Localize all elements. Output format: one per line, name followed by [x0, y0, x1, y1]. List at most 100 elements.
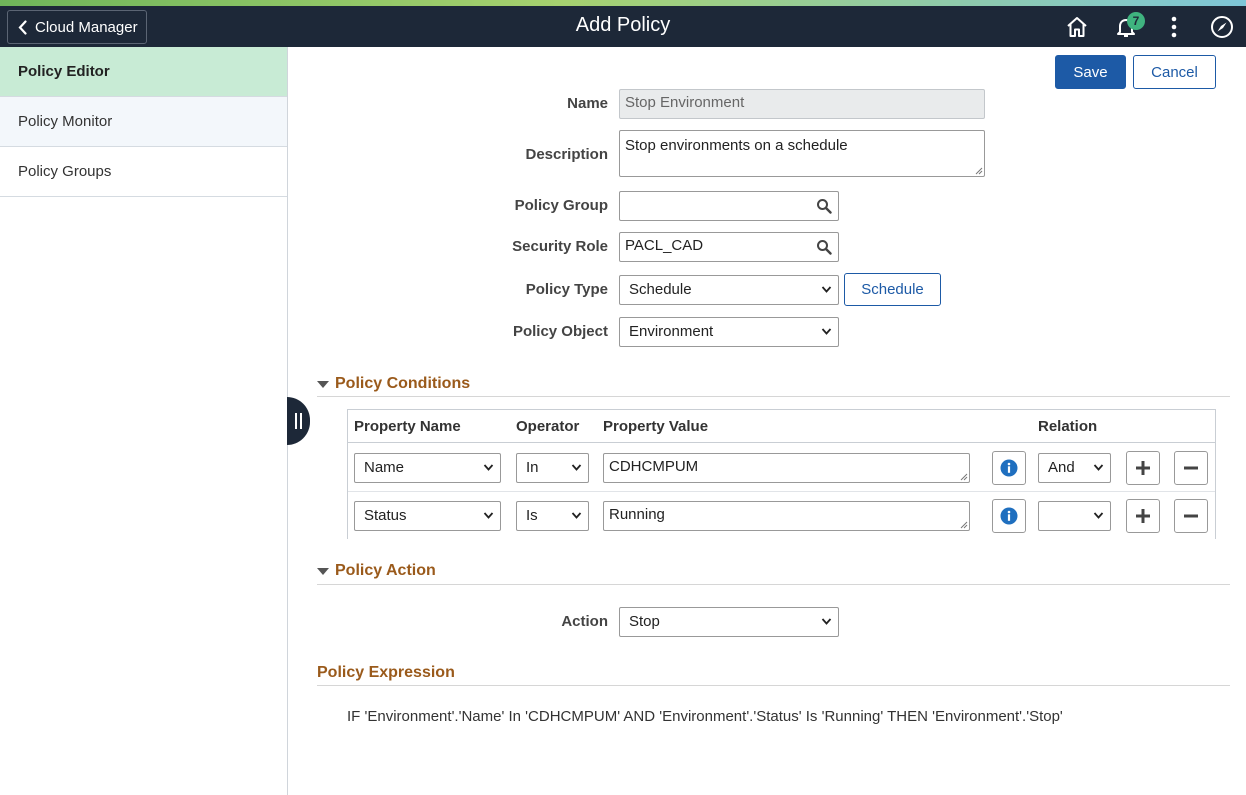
- policy-conditions-grid: Property Name Operator Property Value Re…: [347, 409, 1216, 539]
- collapse-triangle-icon: [317, 380, 329, 388]
- app-banner: Cloud Manager Add Policy 7: [0, 6, 1246, 47]
- policy-conditions-header[interactable]: Policy Conditions: [317, 375, 470, 393]
- property-name-value: Status: [364, 507, 407, 524]
- section-title: Policy Conditions: [335, 375, 471, 392]
- minus-icon: [1184, 514, 1198, 518]
- notifications-button[interactable]: 7: [1113, 12, 1145, 40]
- chevron-down-icon: [1093, 464, 1104, 471]
- home-icon: [1067, 17, 1087, 37]
- handle-bar: [300, 413, 302, 429]
- policy-object-value: Environment: [629, 323, 714, 340]
- more-vertical-icon: [1171, 16, 1177, 38]
- section-divider: [317, 396, 1230, 397]
- operator-select[interactable]: Is: [516, 501, 589, 531]
- add-row-button[interactable]: [1126, 451, 1160, 485]
- operator-select[interactable]: In: [516, 453, 589, 483]
- security-role-value: PACL_CAD: [625, 237, 704, 254]
- plus-icon: [1136, 509, 1150, 523]
- policy-object-select[interactable]: Environment: [619, 317, 839, 347]
- action-label: Action: [561, 613, 608, 630]
- info-button[interactable]: [992, 499, 1026, 533]
- minus-icon: [1184, 466, 1198, 470]
- table-row: Name In CDHCMPUM And: [348, 444, 1215, 492]
- chevron-down-icon: [483, 512, 494, 519]
- plus-icon: [1136, 461, 1150, 475]
- info-icon: [1000, 507, 1018, 525]
- delete-row-button[interactable]: [1174, 499, 1208, 533]
- section-title: Policy Expression: [317, 664, 455, 681]
- action-select[interactable]: Stop: [619, 607, 839, 637]
- policy-action-header[interactable]: Policy Action: [317, 562, 436, 580]
- info-icon: [1000, 459, 1018, 477]
- column-header-relation: Relation: [1038, 418, 1098, 435]
- column-header-property-value: Property Value: [603, 418, 709, 435]
- add-row-button[interactable]: [1126, 499, 1160, 533]
- property-value-field[interactable]: CDHCMPUM: [603, 453, 970, 483]
- compass-icon: [1211, 16, 1233, 38]
- table-row: Status Is Running: [348, 491, 1215, 539]
- sidebar-item-policy-groups[interactable]: Policy Groups: [0, 147, 287, 197]
- search-icon[interactable]: [816, 198, 832, 214]
- actions-menu-button[interactable]: [1161, 14, 1187, 40]
- chevron-down-icon: [821, 286, 832, 293]
- sidebar-collapse-handle[interactable]: [287, 397, 310, 445]
- cancel-button[interactable]: Cancel: [1133, 55, 1216, 89]
- relation-select[interactable]: [1038, 501, 1111, 531]
- handle-bar: [295, 413, 297, 429]
- action-value: Stop: [629, 613, 660, 630]
- schedule-button[interactable]: Schedule: [844, 273, 941, 306]
- sidebar-item-label: Policy Editor: [18, 63, 110, 80]
- sidebar-item-policy-editor[interactable]: Policy Editor: [0, 47, 287, 97]
- page-title: Add Policy: [575, 14, 671, 36]
- chevron-down-icon: [821, 328, 832, 335]
- section-divider: [317, 584, 1230, 585]
- policy-group-label: Policy Group: [514, 197, 608, 214]
- sidebar-item-label: Policy Groups: [18, 163, 112, 180]
- policy-type-select[interactable]: Schedule: [619, 275, 839, 305]
- navbar-button[interactable]: [1209, 14, 1235, 40]
- policy-type-value: Schedule: [629, 281, 692, 298]
- resize-grip-icon[interactable]: [960, 521, 968, 529]
- operator-value: Is: [526, 507, 538, 524]
- relation-select[interactable]: And: [1038, 453, 1111, 483]
- grid-header: Property Name Operator Property Value Re…: [348, 410, 1215, 443]
- chevron-down-icon: [571, 512, 582, 519]
- column-header-property-name: Property Name: [354, 418, 461, 435]
- property-value-field[interactable]: Running: [603, 501, 970, 531]
- chevron-down-icon: [571, 464, 582, 471]
- home-button[interactable]: [1064, 14, 1090, 40]
- security-role-field[interactable]: PACL_CAD: [619, 232, 839, 262]
- section-title: Policy Action: [335, 562, 436, 579]
- description-label: Description: [525, 146, 608, 163]
- operator-value: In: [526, 459, 539, 476]
- property-name-value: Name: [364, 459, 405, 476]
- resize-grip-icon[interactable]: [960, 473, 968, 481]
- security-role-label: Security Role: [512, 238, 608, 255]
- relation-value: And: [1048, 459, 1075, 476]
- policy-group-field[interactable]: [619, 191, 839, 221]
- sidebar-item-policy-monitor[interactable]: Policy Monitor: [0, 97, 287, 147]
- delete-row-button[interactable]: [1174, 451, 1208, 485]
- description-field[interactable]: Stop environments on a schedule: [619, 130, 985, 177]
- property-name-select[interactable]: Status: [354, 501, 501, 531]
- column-header-operator: Operator: [516, 418, 580, 435]
- policy-expression-text: IF 'Environment'.'Name' In 'CDHCMPUM' AN…: [347, 708, 1063, 725]
- property-value-text: CDHCMPUM: [609, 458, 699, 475]
- info-button[interactable]: [992, 451, 1026, 485]
- policy-expression-header: Policy Expression: [317, 664, 455, 682]
- name-field[interactable]: Stop Environment: [619, 89, 985, 119]
- description-value: Stop environments on a schedule: [625, 137, 848, 154]
- save-button[interactable]: Save: [1055, 55, 1126, 89]
- chevron-down-icon: [1093, 512, 1104, 519]
- property-name-select[interactable]: Name: [354, 453, 501, 483]
- sidebar-item-label: Policy Monitor: [18, 113, 113, 130]
- sidebar: Policy Editor Policy Monitor Policy Grou…: [0, 47, 288, 795]
- chevron-down-icon: [821, 618, 832, 625]
- section-divider: [317, 685, 1230, 686]
- search-icon[interactable]: [816, 239, 832, 255]
- resize-grip-icon[interactable]: [975, 167, 983, 175]
- property-value-text: Running: [609, 506, 665, 523]
- policy-object-label: Policy Object: [512, 323, 608, 340]
- collapse-triangle-icon: [317, 567, 329, 575]
- name-label: Name: [567, 95, 608, 112]
